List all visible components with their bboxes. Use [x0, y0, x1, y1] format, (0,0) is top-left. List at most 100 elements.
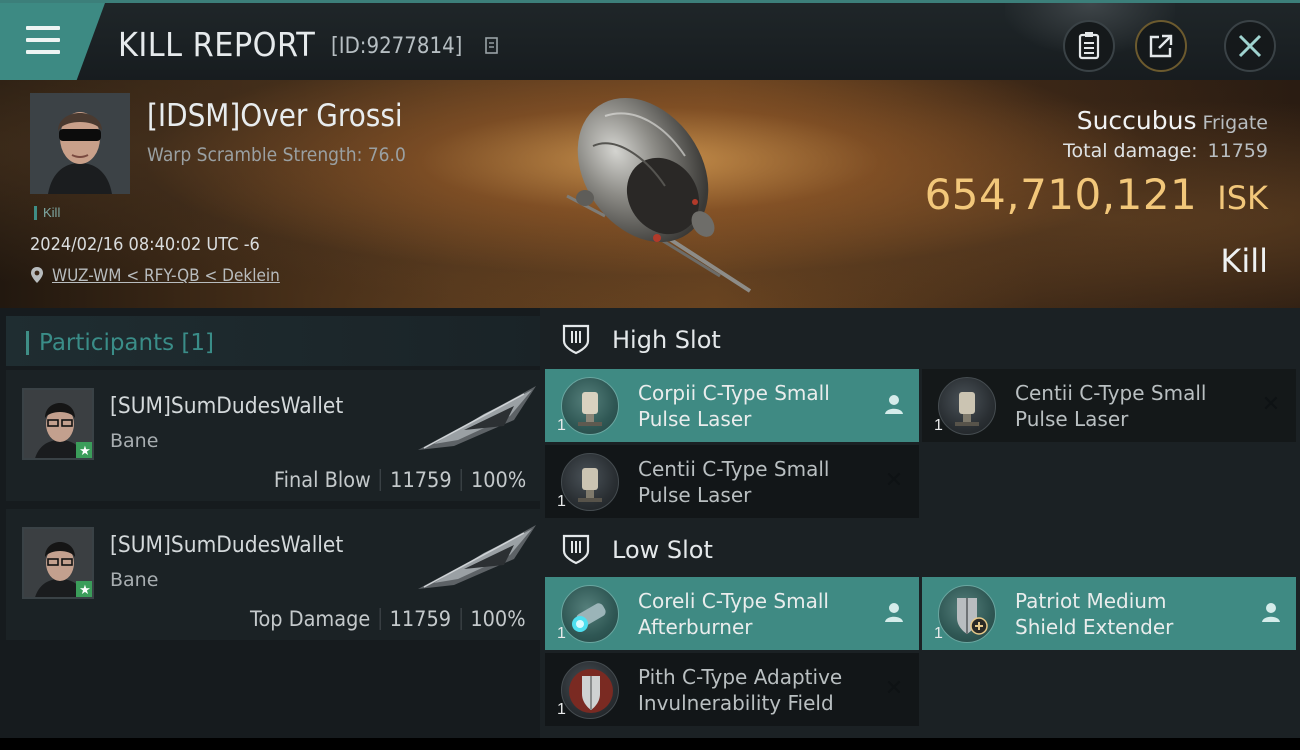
total-damage-value: 11759 — [1207, 140, 1268, 162]
kill-tag: Kill — [34, 206, 60, 220]
module-name: Patriot Medium Shield Extender — [1015, 588, 1255, 640]
pulse-laser-icon — [561, 453, 619, 511]
module-quantity: 1 — [557, 625, 566, 642]
participants-title: Participants [1] — [39, 330, 214, 356]
pulse-laser-icon — [938, 377, 996, 435]
module-quantity: 1 — [934, 625, 943, 642]
module-name-line2: Pulse Laser — [638, 407, 752, 431]
module-name-line2: Pulse Laser — [1015, 407, 1129, 431]
participant-stats: Top Damage 11759 100% — [250, 607, 526, 631]
high-slot-header: High Slot — [545, 308, 1300, 370]
low-slot-label: Low Slot — [612, 536, 713, 564]
victim-portrait[interactable] — [30, 93, 130, 194]
module-name-line1: Coreli C-Type Small — [638, 589, 829, 613]
corp-badge-icon: ★ — [76, 442, 92, 458]
module-item[interactable]: 1 Coreli C-Type Small Afterburner — [545, 577, 919, 650]
clipboard-button[interactable] — [1063, 20, 1115, 72]
participant-role: Top Damage — [250, 607, 371, 631]
kill-banner: [IDSM]Over Grossi Warp Scramble Strength… — [0, 80, 1300, 308]
participants-count: [1] — [181, 330, 215, 356]
participant-card[interactable]: ★ [SUM]SumDudesWallet Bane Top Damage 117… — [6, 509, 540, 640]
participant-avatar[interactable]: ★ — [22, 527, 94, 599]
low-slot-header: Low Slot — [545, 518, 1300, 580]
clipboard-icon — [1078, 32, 1100, 60]
pilot-icon — [883, 393, 905, 415]
x-icon: ✕ — [884, 467, 904, 492]
module-quantity: 1 — [934, 417, 943, 434]
high-slot-icon — [562, 324, 590, 355]
share-button[interactable] — [1135, 20, 1187, 72]
participant-percent: 100% — [470, 607, 526, 631]
copy-icon[interactable] — [483, 36, 499, 56]
participant-damage: 11759 — [389, 468, 452, 492]
ship-title: Succubus Frigate — [1077, 106, 1268, 135]
menu-button[interactable] — [0, 3, 105, 83]
close-button[interactable] — [1224, 20, 1276, 72]
x-icon: ✕ — [1261, 391, 1281, 416]
victim-name[interactable]: [IDSM]Over Grossi — [147, 98, 403, 134]
module-name-line2: Pulse Laser — [638, 483, 752, 507]
divider — [460, 608, 462, 630]
invulnerability-field-icon — [561, 661, 619, 719]
participant-name[interactable]: [SUM]SumDudesWallet — [110, 394, 343, 419]
participant-card[interactable]: ★ [SUM]SumDudesWallet Bane Final Blow 117… — [6, 370, 540, 501]
participant-ship-image — [418, 525, 536, 589]
location-pin-icon — [31, 267, 43, 283]
participant-role: Final Blow — [273, 468, 371, 492]
result-label: Kill — [1220, 242, 1268, 280]
x-icon: ✕ — [884, 675, 904, 700]
details-area: Participants [1] ★ [SUM]SumDudesWallet B… — [0, 308, 1300, 738]
module-name-line2: Shield Extender — [1015, 615, 1174, 639]
divider — [379, 469, 381, 491]
top-bar: KILL REPORT [ID:9277814] — [0, 0, 1300, 83]
location-link[interactable]: WUZ-WM < RFY-QB < Deklein — [30, 266, 305, 286]
participants-label: Participants — [39, 330, 175, 356]
victim-ship-image — [566, 97, 752, 293]
low-slot-icon — [562, 534, 590, 565]
isk-value: 654,710,121 — [924, 170, 1198, 219]
module-name: Coreli C-Type Small Afterburner — [638, 588, 878, 640]
warp-scramble-strength: Warp Scramble Strength: 76.0 — [147, 144, 406, 166]
module-item[interactable]: 1 Centii C-Type Small Pulse Laser ✕ — [545, 445, 919, 518]
module-name-line2: Afterburner — [638, 615, 753, 639]
module-name-line1: Pith C-Type Adaptive — [638, 665, 843, 689]
location-path[interactable]: WUZ-WM < RFY-QB < Deklein — [52, 266, 280, 286]
participant-ship: Bane — [110, 569, 159, 591]
ship-class: Frigate — [1202, 112, 1268, 134]
hamburger-menu-icon[interactable] — [26, 26, 60, 54]
module-item[interactable]: 1 Centii C-Type Small Pulse Laser ✕ — [922, 369, 1296, 442]
module-item[interactable]: 1 Pith C-Type Adaptive Invulnerability Fi… — [545, 653, 919, 726]
participants-header[interactable]: Participants [1] — [6, 316, 540, 366]
module-item[interactable]: 1 Corpii C-Type Small Pulse Laser — [545, 369, 919, 442]
module-name: Corpii C-Type Small Pulse Laser — [638, 380, 878, 432]
pulse-laser-icon — [561, 377, 619, 435]
page-title: KILL REPORT — [118, 25, 316, 64]
corp-badge-icon: ★ — [76, 581, 92, 597]
module-name: Pith C-Type Adaptive Invulnerability Fiel… — [638, 664, 878, 716]
participant-ship-image — [418, 386, 536, 450]
module-name: Centii C-Type Small Pulse Laser — [638, 456, 878, 508]
participant-damage: 11759 — [389, 607, 452, 631]
participants-panel: Participants [1] ★ [SUM]SumDudesWallet B… — [0, 308, 540, 738]
report-id: [ID:9277814] — [331, 34, 463, 59]
afterburner-icon — [561, 585, 619, 643]
header-accent — [26, 331, 29, 355]
module-quantity: 1 — [557, 493, 566, 510]
divider — [460, 469, 462, 491]
share-icon — [1149, 34, 1173, 58]
module-name-line1: Centii C-Type Small — [1015, 381, 1207, 405]
divider — [379, 608, 381, 630]
module-name-line1: Corpii C-Type Small — [638, 381, 830, 405]
total-damage-row: Total damage: 11759 — [1063, 140, 1268, 162]
pilot-icon — [1260, 601, 1282, 623]
close-icon — [1238, 34, 1262, 58]
module-name-line2: Invulnerability Field — [638, 691, 834, 715]
shield-extender-icon — [938, 585, 996, 643]
module-name-line1: Centii C-Type Small — [638, 457, 830, 481]
isk-unit: ISK — [1217, 179, 1268, 217]
isk-row: 654,710,121 ISK — [925, 170, 1268, 219]
ship-name[interactable]: Succubus — [1077, 106, 1197, 135]
module-item[interactable]: 1 Patriot Medium Shield Extender — [922, 577, 1296, 650]
participant-avatar[interactable]: ★ — [22, 388, 94, 460]
participant-name[interactable]: [SUM]SumDudesWallet — [110, 533, 343, 558]
